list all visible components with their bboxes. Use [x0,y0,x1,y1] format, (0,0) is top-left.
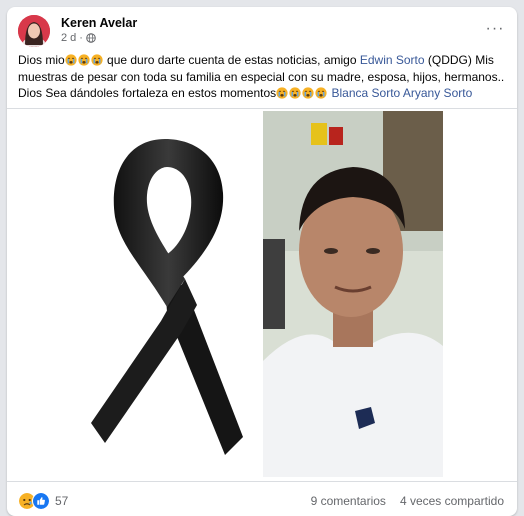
reaction-count: 57 [55,494,69,508]
post-card: Keren Avelar 2 d · ··· Dios mio que duro… [7,7,517,516]
avatar[interactable] [18,15,50,47]
shares-count-link[interactable]: 4 veces compartido [400,494,504,508]
post-footer: 57 9 comentarios 4 veces compartido [7,483,517,516]
crying-face-icon [65,54,77,66]
more-options-button[interactable]: ··· [485,19,505,39]
post-header: Keren Avelar 2 d · ··· [7,7,517,51]
engagement-stats: 9 comentarios 4 veces compartido [311,494,504,508]
author-name[interactable]: Keren Avelar [61,16,137,30]
crying-face-icon [276,87,288,99]
post-time[interactable]: 2 d [61,32,76,44]
crying-face-icon [289,87,301,99]
text-part-2: que duro darte cuenta de estas noticias,… [103,53,360,67]
crying-face-icon [315,87,327,99]
text-part-1: Dios mio [18,53,65,67]
mention-link-1[interactable]: Edwin Sorto [360,53,425,67]
reaction-summary[interactable]: 57 [18,492,68,510]
post-media[interactable] [7,108,517,482]
comments-count-link[interactable]: 9 comentarios [311,494,386,508]
crying-face-icon [91,54,103,66]
post-text: Dios mio que duro darte cuenta de estas … [18,52,506,102]
crying-face-icon [302,87,314,99]
post-meta: 2 d · [61,32,96,44]
like-reaction-icon [32,492,50,510]
meta-separator: · [79,32,83,44]
globe-icon [86,33,96,43]
mention-link-2[interactable]: Blanca Sorto Aryany Sorto [332,86,473,100]
crying-face-icon [78,54,90,66]
man-portrait-photo [263,111,443,477]
mourning-ribbon-image [91,139,243,455]
